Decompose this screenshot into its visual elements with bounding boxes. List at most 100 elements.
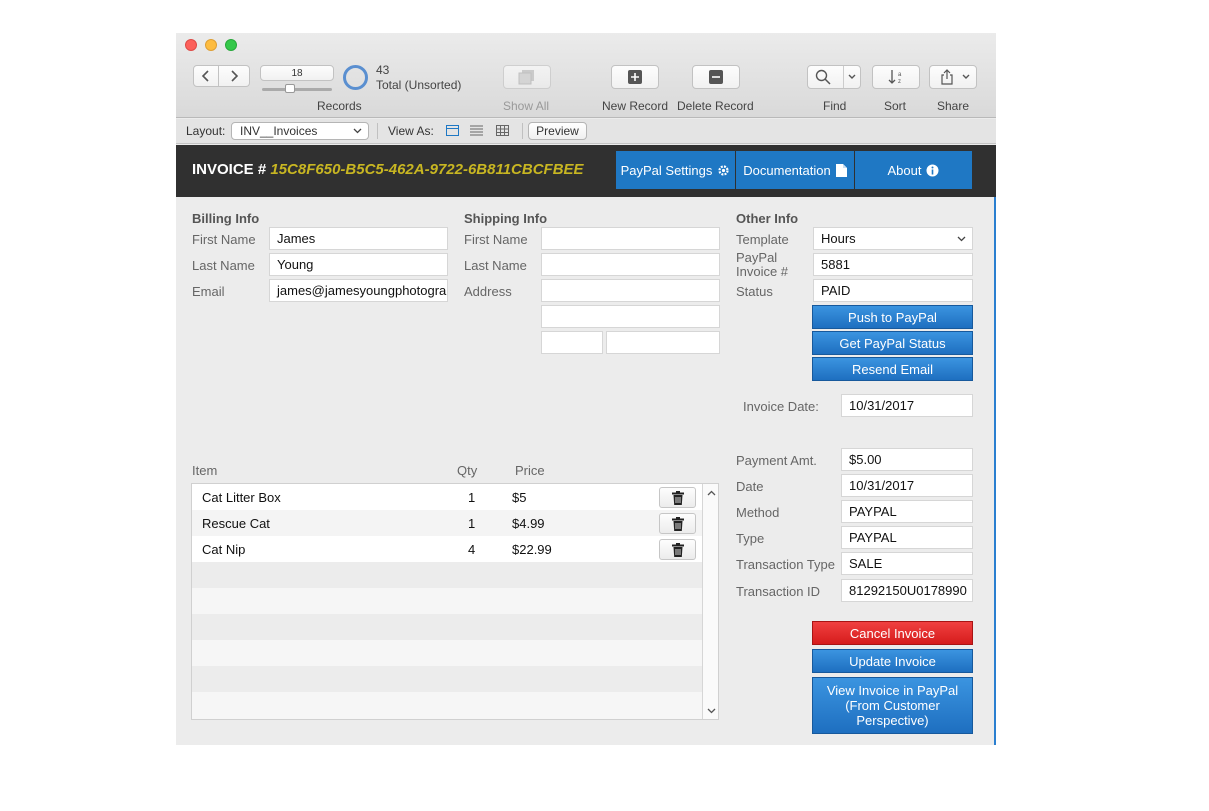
app-window: 18 43 Total (Unsorted) Records Show All … xyxy=(176,33,996,745)
close-window-button[interactable] xyxy=(185,39,197,51)
layout-select[interactable]: INV__Invoices xyxy=(231,122,369,140)
next-record-button[interactable] xyxy=(219,65,250,87)
push-to-paypal-button[interactable]: Push to PayPal xyxy=(812,305,973,329)
shipping-first-name-label: First Name xyxy=(464,232,528,247)
cancel-invoice-button[interactable]: Cancel Invoice xyxy=(812,621,973,645)
gear-icon xyxy=(718,164,729,176)
item-qty[interactable]: 1 xyxy=(468,490,475,505)
record-slider-track[interactable] xyxy=(262,88,332,91)
find-button[interactable] xyxy=(807,65,861,89)
zoom-window-button[interactable] xyxy=(225,39,237,51)
form-view-icon[interactable] xyxy=(446,125,459,136)
trash-icon xyxy=(671,542,684,557)
documentation-button[interactable]: Documentation xyxy=(736,151,854,189)
table-row[interactable]: Cat Litter Box 1 $5 xyxy=(192,484,702,510)
payment-method-field[interactable]: PAYPAL xyxy=(841,500,973,523)
shipping-last-name-field[interactable] xyxy=(541,253,720,276)
find-label: Find xyxy=(823,99,847,113)
list-view-icon[interactable] xyxy=(470,125,483,136)
billing-email-field[interactable]: james@jamesyoungphotogra xyxy=(269,279,448,302)
shipping-address-line1-field[interactable] xyxy=(541,279,720,302)
template-value: Hours xyxy=(821,231,856,246)
payment-type-label: Type xyxy=(736,531,765,546)
table-view-icon[interactable] xyxy=(496,125,509,136)
item-name[interactable]: Cat Litter Box xyxy=(202,490,281,505)
scroll-down-icon[interactable] xyxy=(707,708,716,714)
show-all-button[interactable] xyxy=(503,65,551,89)
new-record-label: New Record xyxy=(602,99,669,113)
status-field[interactable]: PAID xyxy=(813,279,973,302)
delete-item-button[interactable] xyxy=(659,487,696,508)
scroll-up-icon[interactable] xyxy=(707,490,716,496)
item-name[interactable]: Cat Nip xyxy=(202,542,245,557)
chevron-down-icon xyxy=(962,74,970,79)
invoice-date-label: Invoice Date: xyxy=(743,399,819,414)
record-number-field[interactable]: 18 xyxy=(260,65,334,81)
previous-record-button[interactable] xyxy=(193,65,219,87)
records-label: Records xyxy=(317,99,362,113)
shipping-state-field[interactable] xyxy=(541,331,603,354)
billing-last-name-label: Last Name xyxy=(192,258,255,273)
invoice-prefix: INVOICE # xyxy=(192,161,267,178)
update-invoice-button[interactable]: Update Invoice xyxy=(812,649,973,673)
template-select[interactable]: Hours xyxy=(813,227,973,250)
share-button[interactable] xyxy=(929,65,977,89)
payment-type-field[interactable]: PAYPAL xyxy=(841,526,973,549)
svg-text:z: z xyxy=(898,79,901,85)
delete-record-button[interactable] xyxy=(692,65,740,89)
minimize-window-button[interactable] xyxy=(205,39,217,51)
billing-last-name-field[interactable]: Young xyxy=(269,253,448,276)
item-price[interactable]: $22.99 xyxy=(512,542,552,557)
get-paypal-status-button[interactable]: Get PayPal Status xyxy=(812,331,973,355)
invoice-body: Billing Info First Name James Last Name … xyxy=(176,197,996,745)
paypal-invoice-label-line2: Invoice # xyxy=(736,264,789,279)
invoice-date-field[interactable]: 10/31/2017 xyxy=(841,394,973,417)
portal-scrollbar[interactable] xyxy=(702,484,718,719)
item-price[interactable]: $5 xyxy=(512,490,526,505)
record-slider-thumb[interactable] xyxy=(285,84,295,93)
sort-button[interactable]: az xyxy=(872,65,920,89)
resend-email-button[interactable]: Resend Email xyxy=(812,357,973,381)
find-menu-chevron-icon[interactable] xyxy=(843,66,860,88)
about-button[interactable]: About xyxy=(855,151,972,189)
transaction-type-field[interactable]: SALE xyxy=(841,552,973,575)
right-border xyxy=(994,197,996,745)
invoice-title: INVOICE # 15C8F650-B5C5-462A-9722-6B811C… xyxy=(192,161,584,178)
view-invoice-in-paypal-button[interactable]: View Invoice in PayPal (From Customer Pe… xyxy=(812,677,973,734)
billing-first-name-field[interactable]: James xyxy=(269,227,448,250)
item-name[interactable]: Rescue Cat xyxy=(202,516,270,531)
billing-first-name-label: First Name xyxy=(192,232,256,247)
shipping-last-name-label: Last Name xyxy=(464,258,527,273)
item-qty[interactable]: 4 xyxy=(468,542,475,557)
shipping-zip-field[interactable] xyxy=(606,331,720,354)
paypal-settings-button[interactable]: PayPal Settings xyxy=(616,151,735,189)
chevron-left-icon xyxy=(201,70,209,82)
status-label: Status xyxy=(736,284,773,299)
share-icon xyxy=(941,69,953,85)
new-record-button[interactable] xyxy=(611,65,659,89)
empty-row xyxy=(192,588,702,614)
shipping-address-line2-field[interactable] xyxy=(541,305,720,328)
payment-date-field[interactable]: 10/31/2017 xyxy=(841,474,973,497)
table-row[interactable]: Cat Nip 4 $22.99 xyxy=(192,536,702,562)
payment-amount-field[interactable]: $5.00 xyxy=(841,448,973,471)
table-row[interactable]: Rescue Cat 1 $4.99 xyxy=(192,510,702,536)
paypal-invoice-field[interactable]: 5881 xyxy=(813,253,973,276)
record-number: 18 xyxy=(291,67,303,79)
delete-item-button[interactable] xyxy=(659,513,696,534)
preview-button[interactable]: Preview xyxy=(528,122,587,140)
empty-row xyxy=(192,666,702,692)
payment-method-label: Method xyxy=(736,505,780,520)
view-as-label: View As: xyxy=(388,124,434,138)
shipping-first-name-field[interactable] xyxy=(541,227,720,250)
transaction-id-label: Transaction ID xyxy=(736,584,821,599)
info-icon xyxy=(926,164,939,176)
item-column-header: Item xyxy=(192,463,218,478)
item-qty[interactable]: 1 xyxy=(468,516,475,531)
empty-row xyxy=(192,640,702,666)
layout-value: INV__Invoices xyxy=(240,124,318,138)
item-price[interactable]: $4.99 xyxy=(512,516,545,531)
delete-record-label: Delete Record xyxy=(677,99,754,113)
transaction-id-field[interactable]: 81292150U0178990 xyxy=(841,579,973,602)
delete-item-button[interactable] xyxy=(659,539,696,560)
